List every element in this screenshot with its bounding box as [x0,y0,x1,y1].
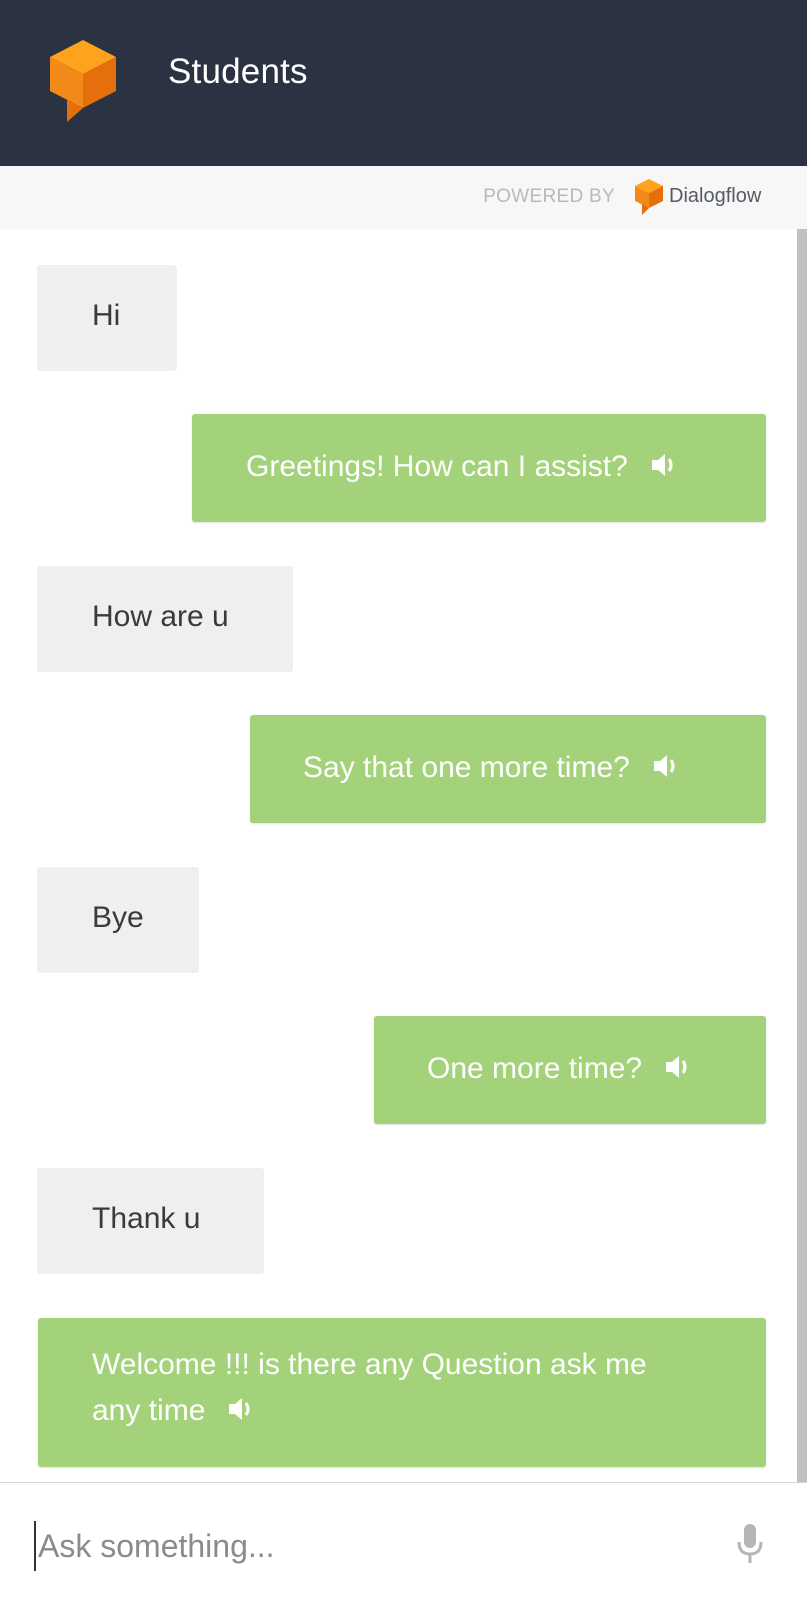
message-text: Hi [92,299,121,332]
message-text-line-1: Welcome !!! is there any Question ask me [92,1348,647,1381]
bot-message: Welcome !!! is there any Question ask me… [38,1318,766,1467]
speaker-icon[interactable] [650,452,678,478]
user-message: Thank u [37,1168,264,1274]
page-title: Students [168,52,308,91]
message-text: One more time? [427,1052,643,1085]
user-message: How are u [37,566,293,672]
message-text: How are u [92,600,229,633]
message-text-line-2: any time [92,1388,766,1434]
bot-message: One more time? [374,1016,766,1124]
message-text: Thank u [92,1202,201,1235]
dialogflow-logo-icon [50,40,116,122]
user-message: Hi [37,265,177,371]
user-message: Bye [37,867,199,973]
message-text: any time [92,1394,206,1427]
dialogflow-small-logo-icon [635,179,663,215]
chat-scrollbar[interactable] [797,229,807,1482]
speaker-icon[interactable] [664,1054,692,1080]
app-header: Students [0,0,807,166]
message-text: Say that one more time? [303,751,630,784]
dialogflow-brand-name: Dialogflow [669,185,762,207]
speaker-icon[interactable] [227,1396,255,1422]
message-text: Bye [92,901,144,934]
powered-by-label: POWERED BY [483,186,615,207]
message-composer [0,1482,807,1600]
message-input[interactable] [34,1521,694,1571]
bot-message: Greetings! How can I assist? [192,414,766,522]
speaker-icon[interactable] [652,753,680,779]
bot-message: Say that one more time? [250,715,766,823]
microphone-icon[interactable] [736,1524,764,1564]
message-text: Greetings! How can I assist? [246,450,628,483]
